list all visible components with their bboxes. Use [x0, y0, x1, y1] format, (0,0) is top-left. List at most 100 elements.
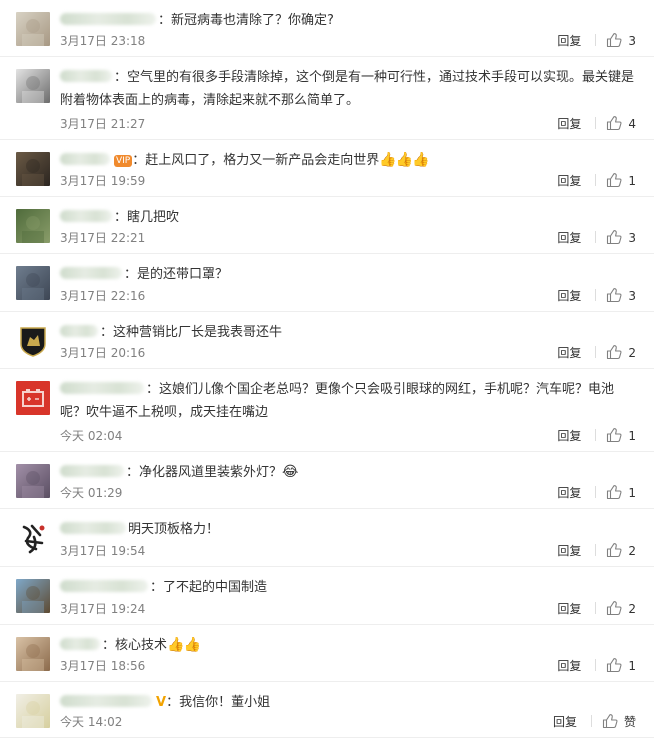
reply-button[interactable]: 回复 [557, 287, 581, 305]
reply-button[interactable]: 回复 [557, 427, 581, 445]
comment-item: V：我信你！董小姐 今天 14:02 回复 赞 [0, 682, 654, 738]
comment-text: ：核心技术 [102, 638, 168, 653]
divider [595, 174, 597, 186]
divider [595, 659, 597, 671]
comment-content: ：空气里的有很多手段清除掉，这个倒是有一种可行性，通过技术手段可以实现。最关键是… [60, 66, 636, 112]
avatar[interactable] [16, 12, 50, 46]
divider [595, 346, 597, 358]
reply-button[interactable]: 回复 [557, 229, 581, 247]
divider [595, 34, 597, 46]
thumbs-up-icon[interactable] [606, 427, 622, 443]
verified-badge-icon: V [156, 695, 167, 710]
reply-button[interactable]: 回复 [557, 657, 581, 675]
username-blurred[interactable] [60, 70, 112, 82]
divider [595, 231, 597, 243]
like-count[interactable]: 3 [628, 229, 636, 247]
lamborghini-logo[interactable] [16, 324, 50, 358]
reply-button[interactable]: 回复 [557, 542, 581, 560]
thumbs-up-icon[interactable] [606, 32, 622, 48]
like-count[interactable]: 2 [628, 542, 636, 560]
avatar[interactable] [16, 266, 50, 300]
reply-button[interactable]: 回复 [557, 600, 581, 618]
avatar[interactable] [16, 579, 50, 613]
comment-item: 明天顶板格力！ 3月17日 19:54 回复 2 [0, 509, 654, 567]
reply-button[interactable]: 回复 [557, 115, 581, 133]
reply-button[interactable]: 回复 [553, 713, 577, 731]
like-count[interactable]: 3 [628, 32, 636, 50]
thumbs-up-icon[interactable] [606, 172, 622, 188]
comment-item: ：瞎几把吹 3月17日 22:21 回复 3 [0, 197, 654, 254]
divider [590, 715, 592, 727]
reply-button[interactable]: 回复 [557, 32, 581, 50]
like-count[interactable]: 1 [628, 427, 636, 445]
comment-text: ：赶上风口了，格力又一新产品会走向世界 [132, 153, 380, 168]
thumbs-up-icon[interactable] [606, 484, 622, 500]
divider [595, 289, 597, 301]
avatar[interactable] [16, 152, 50, 186]
thumbs-up-icon[interactable] [606, 115, 622, 131]
thumbs-up-icon[interactable] [606, 229, 622, 245]
username-blurred[interactable] [60, 13, 156, 25]
comment-item: ：这种营销比厂长是我表哥还牛 3月17日 20:16 回复 2 [0, 312, 654, 369]
username-blurred[interactable] [60, 522, 126, 534]
comment-content: ：净化器风道里装紫外灯？😂 [60, 461, 636, 484]
comment-text: ：我信你！董小姐 [166, 695, 271, 710]
divider [595, 602, 597, 614]
avatar[interactable] [16, 69, 50, 103]
calligraphy-avatar[interactable] [16, 521, 50, 555]
comment-text: ：新冠病毒也清除了？你确定? [158, 13, 334, 28]
avatar[interactable] [16, 464, 50, 498]
reply-button[interactable]: 回复 [557, 172, 581, 190]
like-count[interactable]: 3 [628, 287, 636, 305]
comment-list: ：新冠病毒也清除了？你确定? 3月17日 23:18 回复 3 ：空气里的有很多手段清除… [0, 0, 654, 738]
comment-text: ：空气里的有很多手段清除掉，这个倒是有一种可行性，通过技术手段可以实现。最关键是… [60, 70, 635, 108]
like-count[interactable]: 赞 [624, 713, 636, 731]
like-count[interactable]: 1 [628, 484, 636, 502]
comment-content: ：了不起的中国制造 [60, 576, 636, 599]
like-count[interactable]: 4 [628, 115, 636, 133]
comment-item: ：这娘们儿像个国企老总吗？更像个只会吸引眼球的网红，手机呢？汽车呢？电池呢？吹牛… [0, 369, 654, 452]
avatar[interactable] [16, 694, 50, 728]
comment-text: 明天顶板格力！ [128, 522, 220, 537]
divider [595, 429, 597, 441]
username-blurred[interactable] [60, 153, 110, 165]
thumbs-up-icon[interactable] [606, 657, 622, 673]
reply-button[interactable]: 回复 [557, 484, 581, 502]
divider [595, 117, 597, 129]
comment-timestamp: 3月17日 23:18 [60, 34, 146, 48]
comment-content: V：我信你！董小姐 [60, 691, 636, 714]
divider [595, 486, 597, 498]
like-count[interactable]: 2 [628, 344, 636, 362]
avatar[interactable] [16, 637, 50, 671]
avatar[interactable] [16, 209, 50, 243]
like-count[interactable]: 2 [628, 600, 636, 618]
thumbs-up-icon[interactable] [606, 344, 622, 360]
battery-icon[interactable] [16, 381, 50, 415]
comment-item: ：了不起的中国制造 3月17日 19:24 回复 2 [0, 567, 654, 625]
thumbs-up-icon[interactable] [606, 542, 622, 558]
comment-timestamp: 今天 02:04 [60, 429, 123, 443]
thumbs-up-icon[interactable] [602, 713, 618, 729]
like-count[interactable]: 1 [628, 172, 636, 190]
username-blurred[interactable] [60, 382, 144, 394]
username-blurred[interactable] [60, 580, 148, 592]
comment-timestamp: 3月17日 18:56 [60, 659, 146, 673]
comment-content: ：核心技术👍👍 [60, 634, 636, 657]
username-blurred[interactable] [60, 325, 98, 337]
comment-item: ：净化器风道里装紫外灯？😂 今天 01:29 回复 1 [0, 452, 654, 509]
comment-content: 明天顶板格力！ [60, 518, 636, 541]
username-blurred[interactable] [60, 695, 152, 707]
username-blurred[interactable] [60, 210, 112, 222]
like-count[interactable]: 1 [628, 657, 636, 675]
comment-item: ：核心技术👍👍 3月17日 18:56 回复 1 [0, 625, 654, 682]
comment-content: ：是的还带口罩？ [60, 263, 636, 286]
reply-button[interactable]: 回复 [557, 344, 581, 362]
comment-item: ：是的还带口罩？ 3月17日 22:16 回复 3 [0, 254, 654, 312]
thumbs-up-emoji-icon: 👍👍👍 [379, 152, 429, 168]
thumbs-up-icon[interactable] [606, 287, 622, 303]
username-blurred[interactable] [60, 638, 100, 650]
thumbs-up-icon[interactable] [606, 600, 622, 616]
username-blurred[interactable] [60, 465, 124, 477]
comment-item: VIP ：赶上风口了，格力又一新产品会走向世界👍👍👍 3月17日 19:59 回复 1 [0, 140, 654, 197]
username-blurred[interactable] [60, 267, 122, 279]
